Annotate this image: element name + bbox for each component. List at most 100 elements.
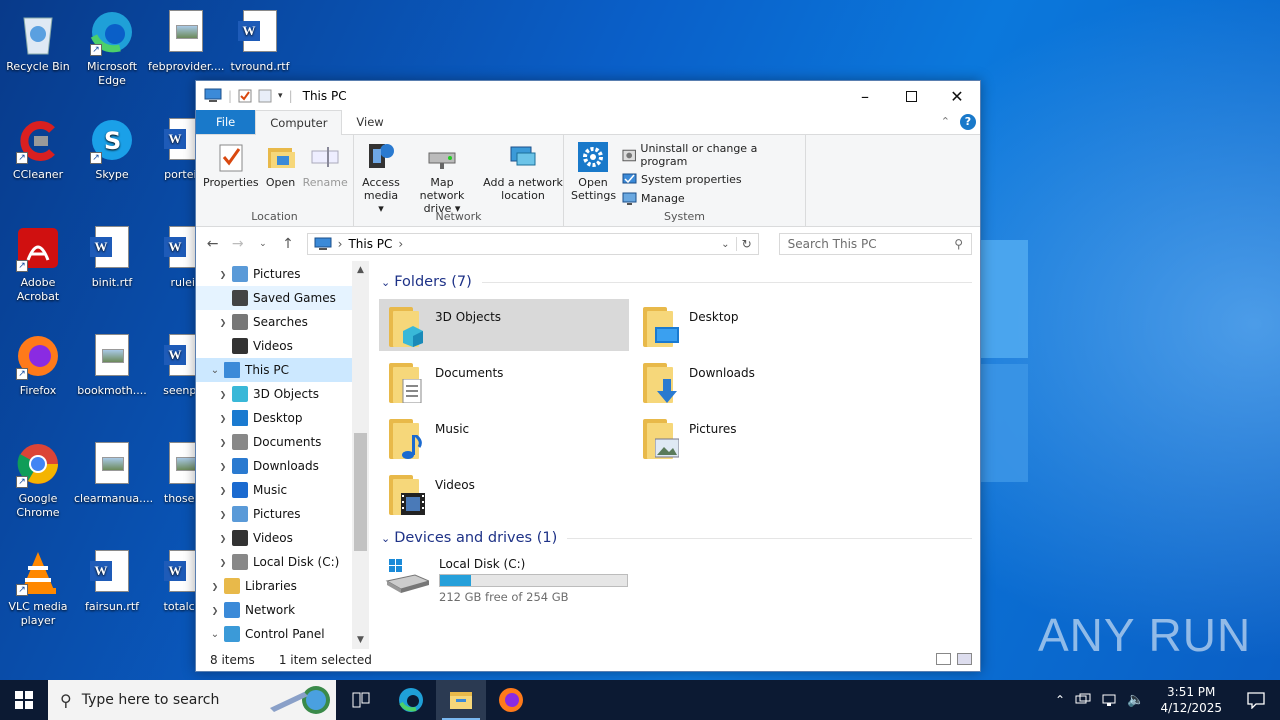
up-button[interactable]: ↑ — [279, 236, 296, 252]
properties-quick-icon[interactable] — [238, 89, 252, 103]
folders-group-header[interactable]: ⌄ Folders (7) — [379, 269, 980, 295]
customize-quick-access-icon[interactable]: ▾ — [278, 91, 283, 101]
nav-item-control-panel[interactable]: ⌄ Control Panel — [196, 622, 352, 646]
nav-item-searches[interactable]: ❯ Searches — [196, 310, 352, 334]
taskbar-firefox-button[interactable] — [486, 680, 536, 720]
title-bar[interactable]: | ▾ | This PC – ✕ — [196, 81, 980, 111]
desktop-icon-vlc-media-player[interactable]: ↗ VLC media player — [0, 548, 76, 628]
nav-item-desktop[interactable]: ❯ Desktop — [196, 406, 352, 430]
system-properties-button[interactable]: System properties — [622, 172, 801, 187]
task-view-button[interactable] — [336, 680, 386, 720]
clock[interactable]: 3:51 PM 4/12/2025 — [1160, 684, 1222, 716]
folder-tile-music[interactable]: Music — [379, 411, 629, 463]
chevron-right-icon[interactable]: ❯ — [216, 438, 230, 447]
folder-tile-downloads[interactable]: Downloads — [633, 355, 883, 407]
chevron-right-icon[interactable]: ❯ — [208, 606, 222, 615]
nav-item-pictures[interactable]: ❯ Pictures — [196, 262, 352, 286]
desktop-icon-adobe-acrobat[interactable]: ↗ Adobe Acrobat — [0, 224, 76, 304]
tab-file[interactable]: File — [196, 110, 256, 134]
manage-button[interactable]: Manage — [622, 191, 801, 206]
nav-item-videos[interactable]: ❯ Videos — [196, 526, 352, 550]
notifications-icon[interactable] — [1246, 691, 1266, 709]
chevron-right-icon[interactable]: ❯ — [216, 462, 230, 471]
search-input[interactable]: Search This PC — [788, 237, 877, 251]
uninstall-program-button[interactable]: Uninstall or change a program — [622, 142, 801, 168]
nav-item-saved-games[interactable]: Saved Games — [196, 286, 352, 310]
desktop-icon-tvround-rtf[interactable]: Wtvround.rtf — [222, 8, 298, 74]
minimize-button[interactable]: – — [842, 81, 888, 111]
desktop-icon-bookmoth[interactable]: bookmoth.... — [74, 332, 150, 398]
nav-item-this-pc[interactable]: ⌄ This PC — [196, 358, 352, 382]
chevron-right-icon[interactable]: ❯ — [208, 582, 222, 591]
show-hidden-icons-icon[interactable]: ⌃ — [1055, 693, 1065, 707]
details-view-icon[interactable] — [936, 653, 951, 665]
nav-item-3d-objects[interactable]: ❯ 3D Objects — [196, 382, 352, 406]
tab-computer[interactable]: Computer — [255, 110, 343, 135]
nav-item-downloads[interactable]: ❯ Downloads — [196, 454, 352, 478]
nav-item-libraries[interactable]: ❯ Libraries — [196, 574, 352, 598]
chevron-right-icon[interactable]: ❯ — [216, 390, 230, 399]
chevron-right-icon[interactable]: ❯ — [216, 486, 230, 495]
folder-tile-pictures[interactable]: Pictures — [633, 411, 883, 463]
nav-item-documents[interactable]: ❯ Documents — [196, 430, 352, 454]
breadcrumb-chevron-icon[interactable]: › — [398, 237, 403, 251]
breadcrumb-separator-icon[interactable]: › — [338, 237, 343, 251]
desktop-icon-clearmanua[interactable]: clearmanua.... — [74, 440, 153, 506]
tab-view[interactable]: View — [342, 110, 397, 134]
ethernet-icon[interactable] — [1101, 693, 1117, 707]
address-dropdown-icon[interactable]: ⌄ — [721, 239, 729, 250]
folder-tile-3d-objects[interactable]: 3D Objects — [379, 299, 629, 351]
new-folder-quick-icon[interactable] — [258, 89, 272, 103]
nav-item-music[interactable]: ❯ Music — [196, 478, 352, 502]
desktop-icon-skype[interactable]: S ↗ Skype — [74, 116, 150, 182]
desktop-icon-microsoft-edge[interactable]: ↗ Microsoft Edge — [74, 8, 150, 88]
chevron-right-icon[interactable]: ❯ — [216, 558, 230, 567]
desktop-icon-firefox[interactable]: ↗ Firefox — [0, 332, 76, 398]
scroll-up-icon[interactable]: ▲ — [352, 265, 369, 275]
folder-tile-desktop[interactable]: Desktop — [633, 299, 883, 351]
desktop-icon-ccleaner[interactable]: ↗ CCleaner — [0, 116, 76, 182]
desktop-icon-febprovider[interactable]: febprovider.... — [148, 8, 224, 74]
search-box[interactable]: Search This PC ⚲ — [778, 233, 972, 255]
navigation-scrollbar[interactable]: ▲ ▼ — [352, 261, 369, 649]
taskbar-search-box[interactable]: ⚲ Type here to search — [48, 680, 336, 720]
chevron-down-icon[interactable]: ⌄ — [208, 365, 222, 376]
scrollbar-thumb[interactable] — [354, 433, 367, 551]
chevron-down-icon[interactable]: ⌄ — [208, 629, 222, 640]
collapse-ribbon-icon[interactable]: ⌃ — [941, 115, 950, 128]
scroll-down-icon[interactable]: ▼ — [352, 635, 369, 645]
chevron-right-icon[interactable]: ❯ — [216, 414, 230, 423]
desktop-icon-binit-rtf[interactable]: Wbinit.rtf — [74, 224, 150, 290]
desktop-icon-recycle-bin[interactable]: Recycle Bin — [0, 8, 76, 74]
chevron-right-icon[interactable]: ❯ — [216, 534, 230, 543]
taskbar-edge-button[interactable] — [386, 680, 436, 720]
nav-item-network[interactable]: ❯ Network — [196, 598, 352, 622]
refresh-icon[interactable]: ↻ — [735, 237, 752, 251]
recent-locations-button[interactable]: ⌄ — [254, 239, 271, 249]
forward-button[interactable]: → — [229, 236, 246, 252]
folder-tile-videos[interactable]: Videos — [379, 467, 629, 519]
back-button[interactable]: ← — [204, 236, 221, 252]
start-button[interactable] — [0, 680, 48, 720]
network-status-icon[interactable] — [1075, 693, 1091, 707]
chevron-right-icon[interactable]: ❯ — [216, 270, 230, 279]
desktop-icon-google-chrome[interactable]: ↗ Google Chrome — [0, 440, 76, 520]
breadcrumb-this-pc[interactable]: This PC — [348, 237, 392, 251]
large-icons-view-icon[interactable] — [957, 653, 972, 665]
drives-group-header[interactable]: ⌄ Devices and drives (1) — [379, 525, 980, 551]
nav-item-local-disk-c[interactable]: ❯ Local Disk (C:) — [196, 550, 352, 574]
folder-tile-documents[interactable]: Documents — [379, 355, 629, 407]
chevron-right-icon[interactable]: ❯ — [216, 510, 230, 519]
nav-item-videos[interactable]: Videos — [196, 334, 352, 358]
local-disk-tile[interactable]: Local Disk (C:) 212 GB free of 254 GB — [379, 553, 980, 608]
maximize-button[interactable] — [888, 81, 934, 111]
nav-item-pictures[interactable]: ❯ Pictures — [196, 502, 352, 526]
chevron-right-icon[interactable]: ❯ — [216, 318, 230, 327]
taskbar-file-explorer-button[interactable] — [436, 680, 486, 720]
close-button[interactable]: ✕ — [934, 81, 980, 111]
address-bar[interactable]: › This PC › ⌄ ↻ — [306, 233, 759, 255]
help-icon[interactable]: ? — [960, 114, 976, 130]
taskbar-search-input[interactable]: Type here to search — [82, 692, 220, 708]
volume-icon[interactable]: 🔈 — [1127, 692, 1144, 708]
desktop-icon-fairsun-rtf[interactable]: Wfairsun.rtf — [74, 548, 150, 614]
